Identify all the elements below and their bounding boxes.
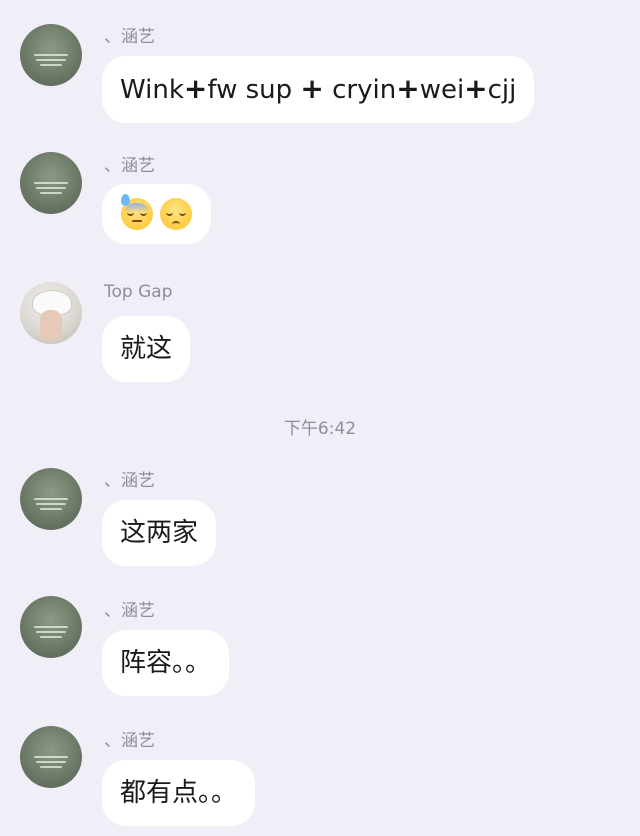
emoji-eye: [166, 211, 174, 216]
avatar-text-decoration: [34, 54, 68, 56]
message-bubble[interactable]: 就这: [102, 316, 191, 382]
avatar[interactable]: [20, 24, 82, 86]
avatar-hand-decoration: [40, 310, 62, 340]
plus-glyph: +: [396, 72, 420, 105]
timestamp-divider: 下午6:42: [283, 419, 357, 439]
sender-name: 、涵艺: [104, 156, 155, 176]
chat-message-list[interactable]: 、涵艺 Wink+fw sup + cryin+wei+cjj 、涵艺 Top …: [0, 0, 640, 836]
message-text: 就这: [120, 334, 173, 364]
message-text: cjj: [487, 75, 517, 105]
message-bubble[interactable]: 这两家: [102, 500, 217, 566]
avatar-text-decoration: [40, 192, 62, 194]
sender-name: 、涵艺: [104, 471, 155, 491]
avatar-text-decoration: [34, 498, 68, 500]
emoji-eye: [127, 211, 134, 216]
avatar-text-decoration: [34, 626, 68, 628]
message-bubble[interactable]: 都有点。。: [102, 760, 256, 826]
avatar-text-decoration: [36, 187, 66, 189]
avatar-text-decoration: [40, 508, 62, 510]
avatar-text-decoration: [40, 766, 62, 768]
message-bubble[interactable]: [102, 184, 212, 244]
avatar-text-decoration: [36, 59, 66, 61]
avatar[interactable]: [20, 596, 82, 658]
message-text: 阵容。。: [120, 648, 212, 678]
emoji-mouth: [132, 220, 142, 222]
message-text: cryin: [323, 75, 397, 105]
message-bubble[interactable]: Wink+fw sup + cryin+wei+cjj: [102, 56, 535, 123]
avatar[interactable]: [20, 282, 82, 344]
message-text: 这两家: [120, 518, 199, 548]
message-text: wei: [419, 75, 465, 105]
avatar-text-decoration: [36, 503, 66, 505]
sender-name: Top Gap: [104, 282, 173, 302]
message-bubble[interactable]: 阵容。。: [102, 630, 230, 696]
message-text: fw sup: [207, 75, 301, 105]
emoji-mouth: [172, 221, 181, 227]
plus-glyph: +: [464, 72, 488, 105]
avatar[interactable]: [20, 468, 82, 530]
plus-glyph: +: [300, 72, 324, 105]
plus-glyph: +: [183, 72, 208, 105]
emoji-sweat-drop: [121, 194, 130, 206]
avatar-text-decoration: [36, 761, 66, 763]
pensive-face-emoji: [160, 198, 193, 230]
avatar-text-decoration: [40, 636, 62, 638]
avatar[interactable]: [20, 152, 82, 214]
message-text: 都有点。。: [120, 778, 238, 808]
sender-name: 、涵艺: [104, 731, 155, 751]
emoji-eye: [179, 211, 187, 216]
emoji-eye: [140, 211, 147, 216]
avatar-text-decoration: [36, 631, 66, 633]
sender-name: 、涵艺: [104, 27, 155, 47]
avatar-text-decoration: [34, 182, 68, 184]
downcast-sweat-face-emoji: [121, 194, 153, 230]
avatar-text-decoration: [40, 64, 62, 66]
message-text: Wink: [120, 75, 184, 105]
avatar[interactable]: [20, 726, 82, 788]
sender-name: 、涵艺: [104, 601, 155, 621]
avatar-text-decoration: [34, 756, 68, 758]
